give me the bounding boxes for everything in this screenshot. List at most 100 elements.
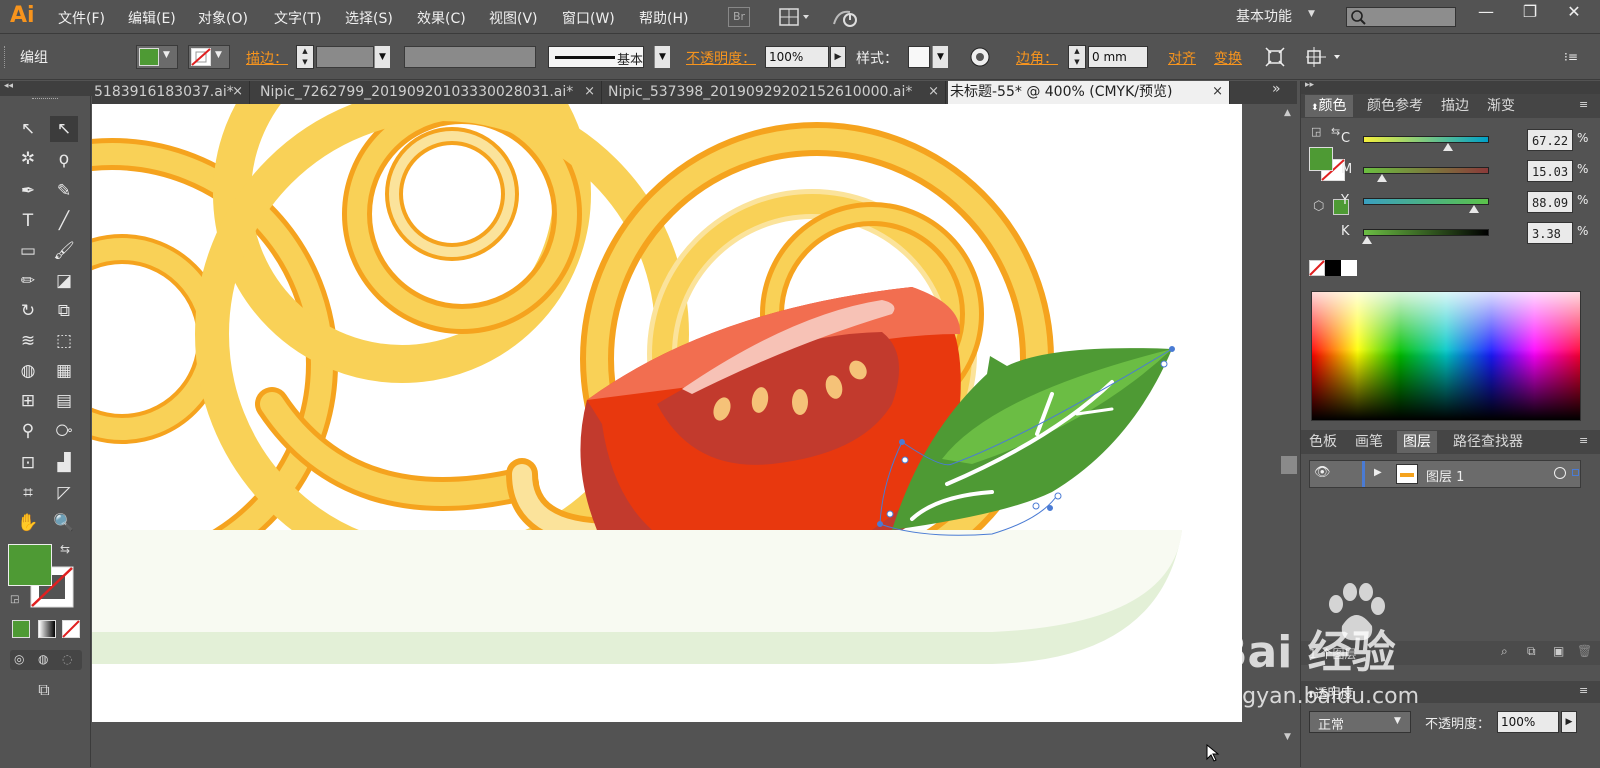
corner-stepper[interactable]: ▲ ▼: [1068, 45, 1086, 69]
tab-document-2[interactable]: Nipic_7262799_20190920103330028031.ai* ×: [258, 81, 602, 104]
menu-effect[interactable]: 效果(C): [417, 8, 466, 28]
line-tool-icon[interactable]: ╱: [50, 208, 78, 234]
new-layer-icon[interactable]: ▣: [1553, 644, 1564, 658]
magic-wand-tool-icon[interactable]: ✲: [14, 146, 42, 172]
none-mode-button[interactable]: [62, 620, 80, 638]
layer-name[interactable]: 图层 1: [1426, 466, 1464, 485]
tab-swatches[interactable]: 色板: [1303, 431, 1343, 453]
draw-normal-icon[interactable]: ◎: [14, 652, 24, 666]
color-spectrum[interactable]: [1311, 291, 1581, 421]
target-circle-icon[interactable]: [1554, 467, 1566, 479]
menu-edit[interactable]: 编辑(E): [128, 8, 176, 28]
lasso-tool-icon[interactable]: ϙ: [50, 146, 78, 172]
channel-slider-m[interactable]: [1363, 167, 1489, 174]
color-mode-button[interactable]: [12, 620, 30, 638]
collapse-arrows-icon[interactable]: ◂◂: [4, 81, 13, 91]
default-colors-icon[interactable]: ◲: [10, 594, 19, 605]
layer-row[interactable]: 👁 ▶ 图层 1: [1309, 460, 1581, 488]
close-icon[interactable]: ×: [232, 81, 243, 103]
direct-selection-tool-icon[interactable]: ↖: [50, 116, 78, 142]
pencil-tool-icon[interactable]: ✏: [14, 268, 42, 294]
selection-tool-icon[interactable]: ↖: [14, 116, 42, 142]
menu-object[interactable]: 对象(O): [198, 8, 248, 28]
new-sublayer-icon[interactable]: ⧉: [1527, 644, 1536, 659]
stroke-weight-dropdown[interactable]: ▼: [374, 46, 390, 68]
bridge-button[interactable]: Br: [728, 7, 750, 27]
artboard-tool-icon[interactable]: ⌗: [14, 480, 42, 506]
grip-handle[interactable]: [32, 98, 58, 101]
channel-slider-y[interactable]: [1363, 198, 1489, 205]
eraser-tool-icon[interactable]: ◪: [50, 268, 78, 294]
menu-file[interactable]: 文件(F): [58, 8, 105, 28]
paintbrush-tool-icon[interactable]: 🖌: [50, 238, 78, 264]
tab-stroke[interactable]: 描边: [1435, 95, 1475, 117]
align-link[interactable]: 对齐: [1168, 48, 1196, 68]
gradient-mode-button[interactable]: [38, 620, 56, 638]
opacity-flyout-arrow[interactable]: ▶: [1561, 711, 1577, 733]
panel-menu-icon[interactable]: ≡: [1579, 684, 1588, 697]
blend-tool-icon[interactable]: ⧂: [50, 418, 78, 444]
panel-menu-icon[interactable]: ⁝≡: [1564, 50, 1578, 64]
transform-options-icon[interactable]: [1304, 46, 1344, 68]
opacity-input[interactable]: 100%: [765, 46, 829, 68]
zoom-tool-icon[interactable]: 🔍: [50, 510, 78, 536]
menu-help[interactable]: 帮助(H): [639, 8, 688, 28]
grip-handle[interactable]: [4, 46, 7, 68]
column-graph-tool-icon[interactable]: ▟: [50, 450, 78, 476]
stroke-weight-stepper[interactable]: ▲ ▼: [296, 45, 314, 69]
corner-radius-input[interactable]: 0 mm: [1088, 46, 1148, 68]
minimize-button[interactable]: —: [1466, 2, 1506, 24]
tab-document-3[interactable]: Nipic_537398_20190929202152610000.ai* ×: [606, 81, 946, 104]
black-swatch[interactable]: [1325, 260, 1341, 276]
locate-object-icon[interactable]: ⌕: [1501, 644, 1508, 659]
transform-link[interactable]: 变换: [1214, 48, 1242, 68]
fill-color-dropdown[interactable]: ▼: [136, 45, 178, 69]
close-icon[interactable]: ×: [928, 81, 939, 103]
draw-behind-icon[interactable]: ◍: [38, 652, 48, 666]
white-swatch[interactable]: [1341, 260, 1357, 276]
selection-indicator[interactable]: [1572, 469, 1579, 476]
scroll-up-icon[interactable]: ▲: [1284, 108, 1291, 118]
free-transform-tool-icon[interactable]: ⬚: [50, 328, 78, 354]
transparency-title[interactable]: ⬍透明度: [1307, 683, 1354, 702]
slice-tool-icon[interactable]: ◸: [50, 480, 78, 506]
pen-tool-icon[interactable]: ✒: [14, 178, 42, 204]
none-swatch[interactable]: [1309, 260, 1325, 276]
close-icon[interactable]: ×: [584, 81, 595, 103]
graphic-style-dropdown[interactable]: ▼: [932, 46, 948, 68]
symbol-sprayer-tool-icon[interactable]: ⊡: [14, 450, 42, 476]
artboard-illustration[interactable]: [92, 104, 1268, 767]
fill-color-swatch-front[interactable]: [8, 544, 52, 586]
slider-thumb-k[interactable]: [1362, 236, 1373, 244]
recolor-artwork-icon[interactable]: [968, 45, 992, 69]
mesh-tool-icon[interactable]: ⊞: [14, 388, 42, 414]
brush-dropdown-arrow[interactable]: ▼: [654, 46, 670, 68]
width-tool-icon[interactable]: ≋: [14, 328, 42, 354]
perspective-grid-tool-icon[interactable]: ▦: [50, 358, 78, 384]
channel-value-k[interactable]: 3.38: [1527, 222, 1573, 244]
hand-tool-icon[interactable]: ✋: [14, 510, 42, 536]
menu-type[interactable]: 文字(T): [274, 8, 321, 28]
eyedropper-tool-icon[interactable]: ⚲: [14, 418, 42, 444]
panel-menu-icon[interactable]: ≡: [1579, 98, 1588, 111]
tab-gradient[interactable]: 渐变: [1481, 95, 1521, 117]
opacity-label[interactable]: 不透明度：: [686, 48, 756, 68]
tab-color-guide[interactable]: 颜色参考: [1361, 95, 1429, 117]
stroke-label[interactable]: 描边：: [246, 48, 288, 68]
graphic-style-swatch[interactable]: [908, 46, 930, 68]
search-input[interactable]: [1346, 7, 1456, 27]
canvas-area[interactable]: [92, 104, 1268, 767]
menu-view[interactable]: 视图(V): [489, 8, 538, 28]
menu-window[interactable]: 窗口(W): [562, 8, 615, 28]
tab-pathfinder[interactable]: 路径查找器: [1447, 431, 1529, 453]
corner-label[interactable]: 边角：: [1016, 48, 1058, 68]
trash-icon[interactable]: 🗑: [1577, 644, 1592, 658]
slider-thumb-y[interactable]: [1469, 205, 1479, 213]
blend-mode-select[interactable]: 正常 ▼: [1309, 711, 1411, 733]
stroke-color-dropdown[interactable]: ▼: [188, 45, 230, 69]
channel-slider-c[interactable]: [1363, 136, 1489, 143]
tab-document-active[interactable]: 未标题-55* @ 400% (CMYK/预览) ×: [948, 81, 1230, 104]
opacity-flyout-arrow[interactable]: ▶: [830, 46, 846, 68]
expand-triangle-icon[interactable]: ▶: [1374, 467, 1382, 478]
default-colors-icon[interactable]: ◲: [1311, 125, 1321, 138]
